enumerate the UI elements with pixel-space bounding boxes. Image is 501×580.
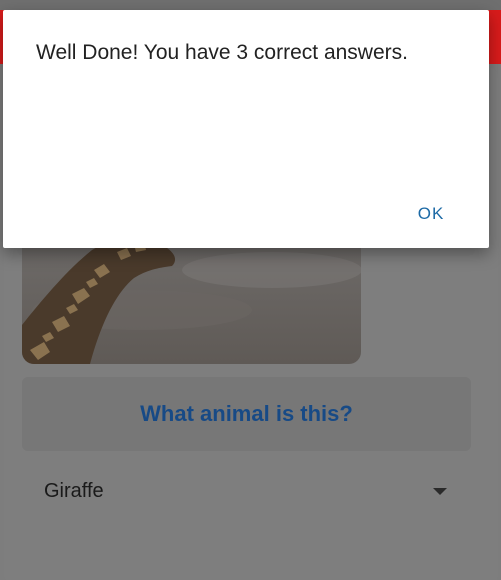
question-text: What animal is this? xyxy=(140,401,353,426)
giraffe-image xyxy=(22,230,361,364)
caret-down-icon xyxy=(433,487,447,495)
selected-answer: Giraffe xyxy=(44,479,104,502)
animal-photo xyxy=(22,230,361,364)
ok-button[interactable]: OK xyxy=(401,194,461,234)
answer-dropdown[interactable]: Giraffe xyxy=(22,464,471,518)
status-bar xyxy=(0,0,501,10)
dialog-message: Well Done! You have 3 correct answers. xyxy=(36,41,408,64)
result-dialog: Well Done! You have 3 correct answers. O… xyxy=(3,10,489,248)
question-box: What animal is this? xyxy=(22,377,471,451)
